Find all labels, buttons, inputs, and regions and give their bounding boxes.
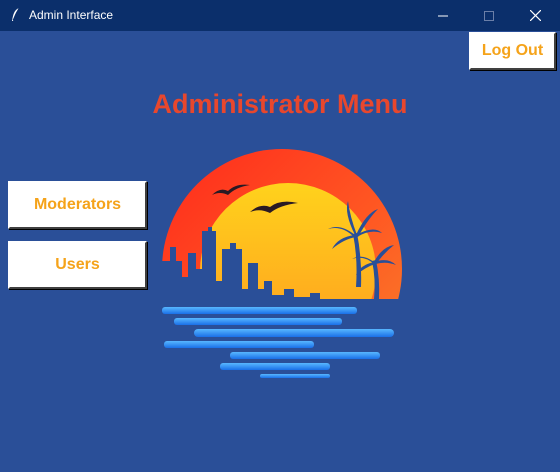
minimize-icon — [438, 15, 448, 16]
close-icon — [529, 10, 541, 21]
logout-button[interactable]: Log Out — [469, 32, 556, 70]
maximize-icon — [484, 10, 494, 21]
users-button[interactable]: Users — [8, 241, 147, 289]
maximize-button[interactable] — [466, 0, 512, 31]
title-bar[interactable]: Admin Interface — [0, 0, 560, 31]
window-title: Admin Interface — [29, 8, 114, 22]
main-window: Log Out Administrator Menu Moderators Us… — [0, 31, 560, 472]
moderators-button[interactable]: Moderators — [8, 181, 147, 229]
page-title: Administrator Menu — [152, 89, 408, 119]
close-button[interactable] — [512, 0, 558, 31]
feather-icon — [12, 7, 20, 21]
minimize-button[interactable] — [420, 0, 466, 31]
sunset-city-logo — [162, 149, 402, 378]
